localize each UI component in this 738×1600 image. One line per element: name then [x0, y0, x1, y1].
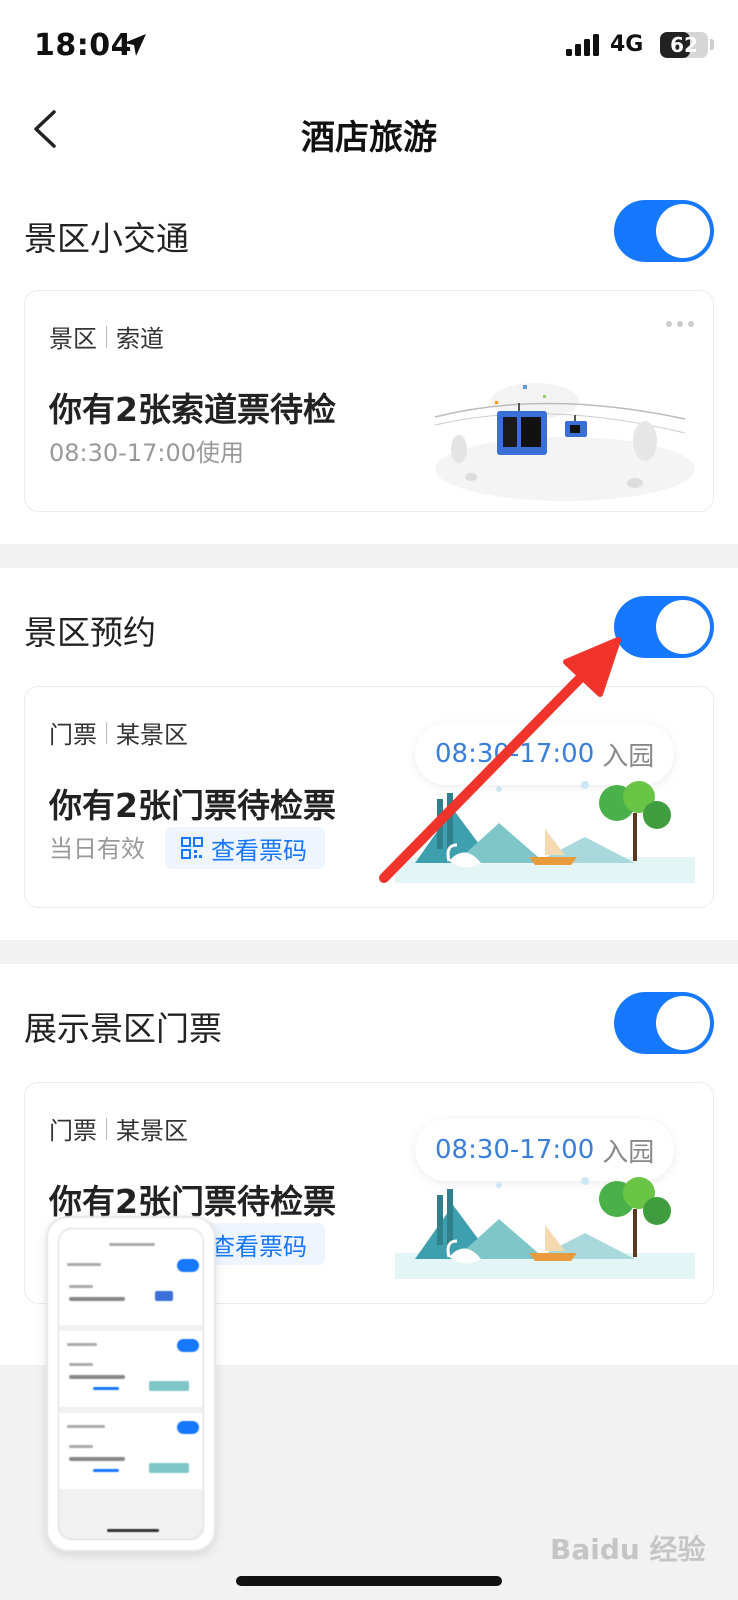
qr-code-icon [181, 837, 203, 859]
card-tag-category: 门票 [49, 1117, 97, 1145]
signal-icon [566, 34, 599, 56]
thumbnail-home-indicator [107, 1529, 159, 1532]
card-tag-venue: 某景区 [116, 721, 188, 749]
toggle-knob [656, 600, 710, 654]
screenshot-thumbnail[interactable] [46, 1216, 216, 1552]
thumbnail-line [109, 1243, 155, 1246]
section-scenic-reservation: 景区预约 门票 某景区 你有2张门票待检票 当日有效 查看票码 08:30-17… [0, 568, 738, 940]
thumbnail-line [93, 1387, 119, 1390]
thumbnail-line [67, 1343, 97, 1346]
section-title: 景区小交通 [24, 219, 189, 258]
entry-time: 08:30-17:00 [435, 739, 595, 769]
show-scenic-tickets-toggle[interactable] [614, 992, 714, 1054]
tag-divider [106, 721, 107, 744]
thumbnail-toggle [177, 1421, 199, 1434]
thumbnail-toggle [177, 1259, 199, 1272]
view-ticket-code-button[interactable]: 查看票码 [165, 827, 325, 869]
page-title: 酒店旅游 [301, 118, 437, 158]
section-title: 展示景区门票 [24, 1009, 222, 1048]
toggle-knob [656, 204, 710, 258]
thumbnail-section [59, 1229, 203, 1325]
card-title: 你有2张门票待检票 [49, 786, 336, 825]
status-time: 18:04 [34, 28, 132, 63]
network-type: 4G [610, 32, 644, 57]
battery-icon: 62 [660, 32, 708, 58]
thumbnail-screen [58, 1228, 204, 1540]
cable-car-illustration [434, 383, 695, 501]
scenic-lake-illustration [395, 1177, 695, 1279]
card-tag-venue: 某景区 [116, 1117, 188, 1145]
thumbnail-toggle [177, 1339, 199, 1352]
card-tags: 门票 某景区 [49, 715, 188, 750]
cableway-ticket-card[interactable]: 景区 索道 你有2张索道票待检 08:30-17:00使用 [24, 290, 714, 512]
scenic-reservation-toggle[interactable] [614, 596, 714, 658]
thumbnail-line [69, 1375, 125, 1379]
thumbnail-graphic [149, 1463, 189, 1473]
card-tag-category: 景区 [49, 325, 97, 353]
entry-time-bubble: 08:30-17:00 入园 [415, 1119, 675, 1181]
entry-label: 入园 [602, 741, 655, 772]
nav-bar: 酒店旅游 [0, 90, 738, 174]
tag-divider [106, 325, 107, 348]
thumbnail-graphic [149, 1381, 189, 1391]
thumbnail-line [69, 1285, 93, 1288]
entry-time-bubble: 08:30-17:00 入园 [415, 723, 675, 785]
thumbnail-line [67, 1263, 101, 1266]
home-indicator [236, 1576, 502, 1586]
card-tags: 景区 索道 [49, 319, 164, 354]
card-title: 你有2张索道票待检 [49, 390, 336, 429]
thumbnail-line [69, 1297, 125, 1301]
card-subtitle: 当日有效 [49, 835, 145, 863]
card-tags: 门票 某景区 [49, 1111, 188, 1146]
card-tag-type: 索道 [116, 325, 164, 353]
toggle-knob [656, 996, 710, 1050]
thumbnail-line [69, 1445, 93, 1448]
thumbnail-line [67, 1425, 105, 1428]
thumbnail-section [59, 1331, 203, 1407]
more-icon[interactable] [665, 319, 695, 329]
section-scenic-transport: 景区小交通 景区 索道 你有2张索道票待检 08:30-17:00使用 [0, 174, 738, 544]
entry-time: 08:30-17:00 [435, 1135, 595, 1165]
battery-cap [710, 39, 714, 50]
thumbnail-section [59, 1413, 203, 1489]
battery-level: 62 [670, 33, 698, 57]
thumbnail-line [69, 1363, 93, 1366]
scenic-lake-illustration [395, 781, 695, 883]
location-arrow-icon [124, 34, 146, 56]
status-bar: 18:04 4G 62 [0, 0, 738, 90]
baidu-watermark: Baidu 经验 [550, 1533, 706, 1566]
view-ticket-code-label: 查看票码 [211, 1232, 307, 1261]
thumbnail-line [93, 1469, 119, 1472]
entry-label: 入园 [602, 1137, 655, 1168]
thumbnail-line [69, 1457, 125, 1461]
tag-divider [106, 1117, 107, 1140]
admission-ticket-card[interactable]: 门票 某景区 你有2张门票待检票 当日有效 查看票码 08:30-17:00 入… [24, 686, 714, 908]
section-title: 景区预约 [24, 613, 156, 652]
thumbnail-graphic [155, 1291, 173, 1301]
scenic-transport-toggle[interactable] [614, 200, 714, 262]
card-tag-category: 门票 [49, 721, 97, 749]
view-ticket-code-label: 查看票码 [211, 836, 307, 865]
card-subtitle: 08:30-17:00使用 [49, 439, 244, 467]
